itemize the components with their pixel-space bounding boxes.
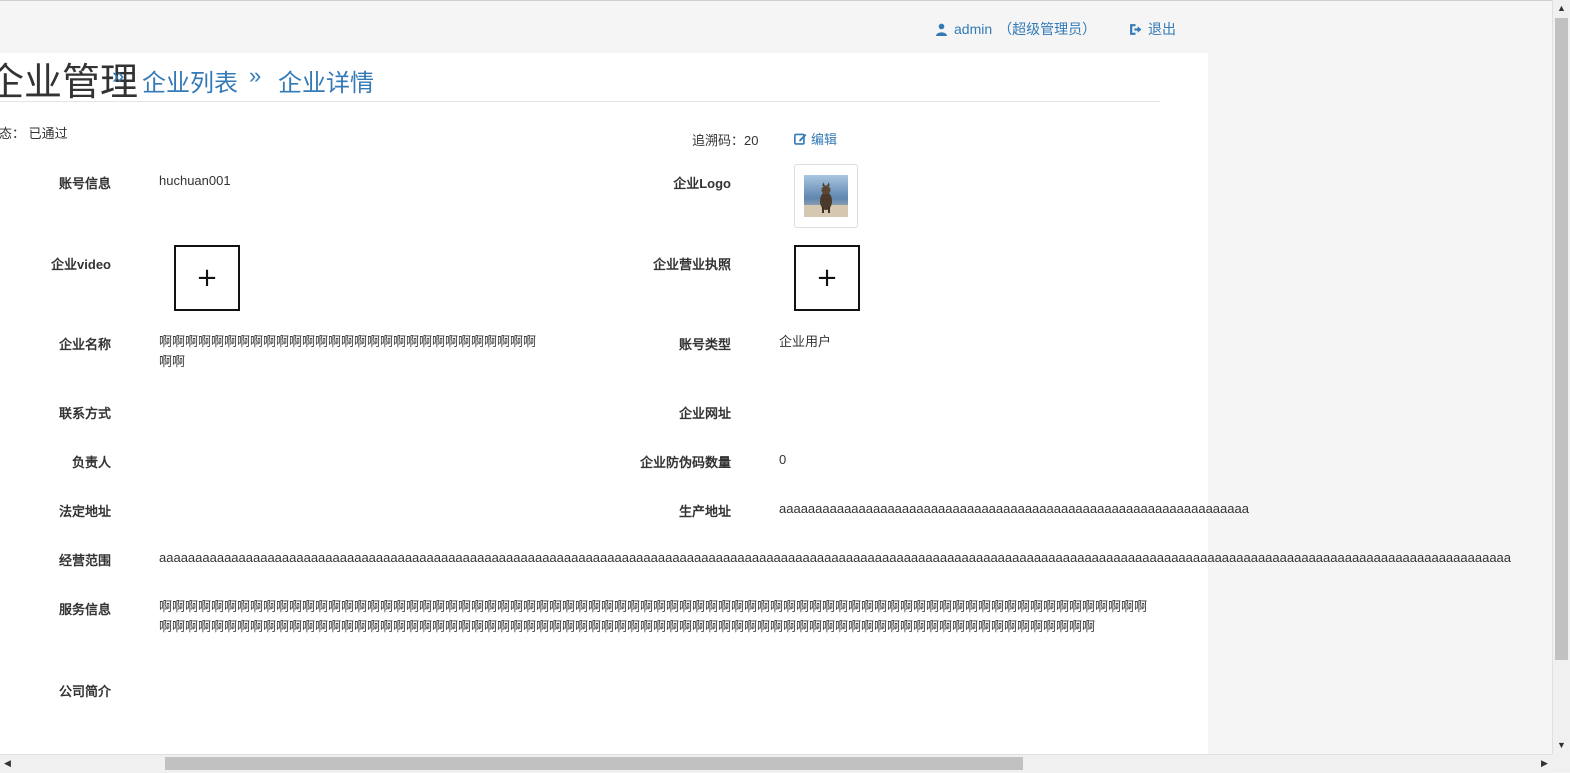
business-license-label: 企业营业执照	[652, 257, 731, 272]
anti-fake-count-label: 企业防伪码数量	[639, 455, 731, 470]
user-icon	[936, 23, 947, 36]
business-scope-value: aaaaaaaaaaaaaaaaaaaaaaaaaaaaaaaaaaaaaaaa…	[159, 550, 1512, 565]
page-viewport: admin （超级管理员） 退出 企业管理 » 企业列表 » 企业详情 状态： …	[0, 0, 1552, 755]
production-address-value: aaaaaaaaaaaaaaaaaaaaaaaaaaaaaaaaaaaaaaaa…	[779, 501, 1249, 516]
top-navbar: admin （超级管理员） 退出	[0, 1, 1552, 53]
company-logo-label: 企业Logo	[673, 176, 731, 191]
scroll-down-arrow-icon[interactable]: ▼	[1557, 740, 1566, 750]
breadcrumb-company-list[interactable]: 企业列表	[142, 63, 238, 98]
production-address-label: 生产地址	[678, 504, 731, 519]
logout-icon	[1130, 23, 1142, 35]
approval-status: 状态： 已通过	[0, 123, 68, 142]
status-label: 状态：	[0, 126, 26, 141]
logout-button[interactable]: 退出	[1129, 19, 1176, 39]
license-upload-button[interactable]: +	[794, 245, 860, 311]
company-logo-image[interactable]	[794, 164, 858, 228]
service-info-label: 服务信息	[58, 602, 111, 617]
status-value: 已通过	[28, 126, 68, 141]
user-role: （超级管理员）	[998, 21, 1097, 37]
anti-fake-count-value: 0	[779, 452, 787, 467]
edit-label: 编辑	[811, 132, 838, 147]
company-name-value: 啊啊啊啊啊啊啊啊啊啊啊啊啊啊啊啊啊啊啊啊啊啊啊啊啊啊啊啊啊啊啊	[159, 334, 537, 369]
horizontal-scrollbar[interactable]: ◀ ▶	[0, 754, 1552, 773]
breadcrumb-separator: »	[112, 63, 125, 88]
contact-label: 联系方式	[58, 406, 111, 421]
business-scope-label: 经营范围	[58, 553, 111, 568]
scroll-left-arrow-icon[interactable]: ◀	[4, 758, 11, 769]
breadcrumb: 企业管理 » 企业列表 » 企业详情	[0, 53, 1160, 104]
legal-address-label: 法定地址	[58, 504, 111, 519]
horizontal-scroll-thumb[interactable]	[165, 757, 1023, 770]
breadcrumb-separator: »	[249, 63, 262, 88]
video-upload-button[interactable]: +	[174, 245, 240, 311]
company-name-label: 企业名称	[58, 337, 111, 352]
account-type-value: 企业用户	[779, 334, 832, 349]
service-info-value: 啊啊啊啊啊啊啊啊啊啊啊啊啊啊啊啊啊啊啊啊啊啊啊啊啊啊啊啊啊啊啊啊啊啊啊啊啊啊啊啊…	[159, 599, 1148, 634]
company-video-label: 企业video	[51, 257, 111, 272]
company-intro-label: 公司简介	[58, 684, 111, 699]
logo-photo	[804, 175, 848, 217]
scroll-up-arrow-icon[interactable]: ▲	[1557, 3, 1566, 13]
content-panel: 企业管理 » 企业列表 » 企业详情	[0, 53, 1208, 755]
logout-label: 退出	[1148, 21, 1176, 37]
trace-code: 追溯码：20	[692, 133, 759, 148]
user-name: admin	[954, 21, 993, 37]
user-menu[interactable]: admin （超级管理员）	[935, 19, 1096, 39]
breadcrumb-company-detail[interactable]: 企业详情	[278, 63, 374, 98]
scrollbar-corner	[1552, 754, 1570, 772]
person-in-charge-label: 负责人	[71, 455, 111, 470]
edit-button[interactable]: 编辑	[794, 129, 837, 148]
account-type-label: 账号类型	[678, 337, 731, 352]
vertical-scrollbar[interactable]: ▲ ▼	[1552, 0, 1570, 754]
vertical-scroll-thumb[interactable]	[1555, 18, 1568, 660]
account-info-value: huchuan001	[159, 173, 231, 188]
scroll-right-arrow-icon[interactable]: ▶	[1541, 758, 1548, 769]
account-info-label: 账号信息	[58, 176, 111, 191]
website-label: 企业网址	[678, 406, 731, 421]
edit-icon	[794, 133, 807, 145]
